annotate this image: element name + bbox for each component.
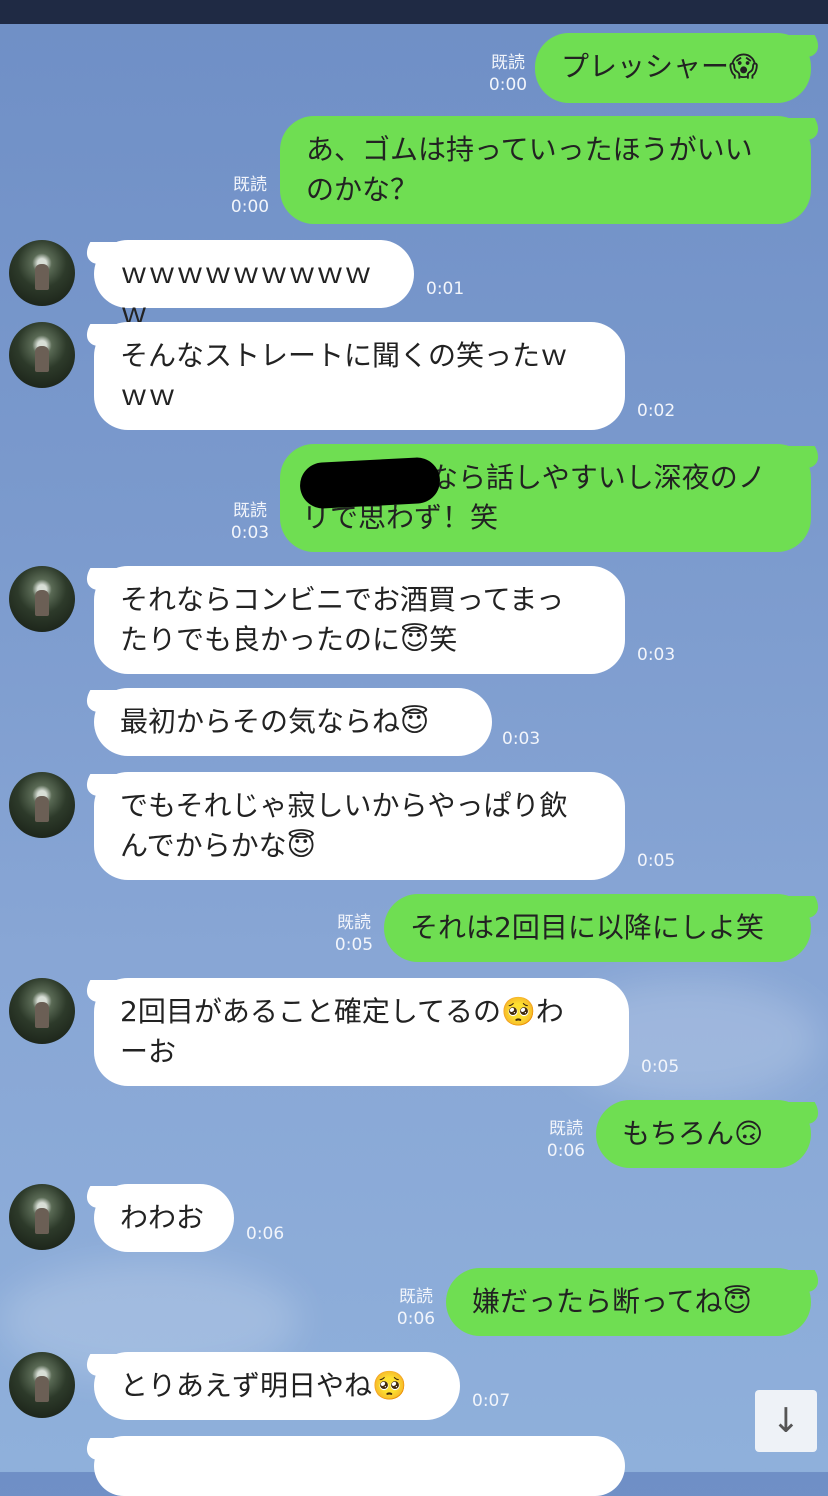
message-bubble-outgoing[interactable]: あ、ゴムは持っていったほうがいい のかな？ [280,116,811,224]
contact-avatar[interactable] [9,772,75,838]
message-text: とりあえず明日やね🥺 [120,1369,407,1402]
message-text: もちろん🙃 [622,1117,764,1150]
read-receipt: 既読 0:06 [396,1287,436,1329]
redaction-mark [298,456,442,510]
message-bubble-incoming[interactable] [94,1436,625,1496]
message-text: 最初からその気ならね😇 [120,705,430,738]
contact-avatar[interactable] [9,240,75,306]
read-receipt: 既読 0:00 [230,175,270,217]
message-text: たりでも良かったのに😇笑 [120,623,458,656]
message-time: 0:05 [637,851,676,871]
arrow-down-icon: ↓ [771,1401,801,1441]
message-text: そんなストレートに聞くの笑ったｗ [120,339,569,372]
read-receipt: 既読 0:05 [334,913,374,955]
message-text: でもそれじゃ寂しいからやっぱり飲 [120,789,568,822]
message-text: ｗｗｗｗｗｗｗｗｗｗ [120,257,373,330]
message-bubble-outgoing[interactable]: 嫌だったら断ってね😇 [446,1268,811,1336]
read-receipt: 既読 0:03 [230,501,270,543]
message-time: 0:03 [502,729,541,749]
contact-avatar[interactable] [9,1352,75,1418]
contact-avatar[interactable] [9,322,75,388]
status-bar [0,0,828,24]
contact-avatar[interactable] [9,1184,75,1250]
message-time: 0:03 [637,645,676,665]
message-bubble-incoming[interactable]: それならコンビニでお酒買ってまっ たりでも良かったのに😇笑 [94,566,625,674]
message-bubble-incoming[interactable]: わわお [94,1184,234,1252]
message-time: 0:05 [641,1057,680,1077]
message-text: それならコンビニでお酒買ってまっ [120,583,565,616]
message-bubble-outgoing[interactable]: それは2回目に以降にしよ笑 [384,894,811,962]
contact-avatar[interactable] [9,978,75,1044]
message-text: わわお [120,1201,205,1234]
contact-avatar[interactable] [9,566,75,632]
message-text: 2回目があること確定してるの🥺わ [120,995,564,1028]
scroll-to-bottom-button[interactable]: ↓ [755,1390,817,1452]
message-bubble-incoming[interactable]: とりあえず明日やね🥺 [94,1352,460,1420]
read-receipt: 既読 0:00 [488,53,528,95]
read-receipt: 既読 0:06 [546,1119,586,1161]
message-text: ーお [120,1035,177,1068]
message-time: 0:02 [637,401,676,421]
message-text: んでからかな😇 [120,829,316,862]
message-text: なら話しやすいし深夜のノ [430,461,766,494]
message-text: あ、ゴムは持っていったほうがいい [306,133,753,166]
message-bubble-outgoing[interactable]: もちろん🙃 [596,1100,811,1168]
message-time: 0:06 [246,1224,285,1244]
message-text: それは2回目に以降にしよ笑 [410,911,764,944]
message-text: ｗｗ [120,379,177,412]
message-bubble-incoming[interactable]: ｗｗｗｗｗｗｗｗｗｗ [94,240,414,330]
message-text: のかな？ [306,173,419,206]
message-bubble-incoming[interactable]: そんなストレートに聞くの笑ったｗ ｗｗ [94,322,625,430]
message-time: 0:01 [426,279,465,299]
message-bubble-incoming[interactable]: 最初からその気ならね😇 [94,688,492,756]
message-bubble-incoming[interactable]: でもそれじゃ寂しいからやっぱり飲 んでからかな😇 [94,772,625,880]
message-time: 0:07 [472,1391,511,1411]
message-bubble-outgoing[interactable]: プレッシャー😱 [535,33,811,103]
message-text: 嫌だったら断ってね😇 [472,1285,752,1318]
message-text: プレッシャー😱 [561,50,759,83]
message-bubble-incoming[interactable]: 2回目があること確定してるの🥺わ ーお [94,978,629,1086]
